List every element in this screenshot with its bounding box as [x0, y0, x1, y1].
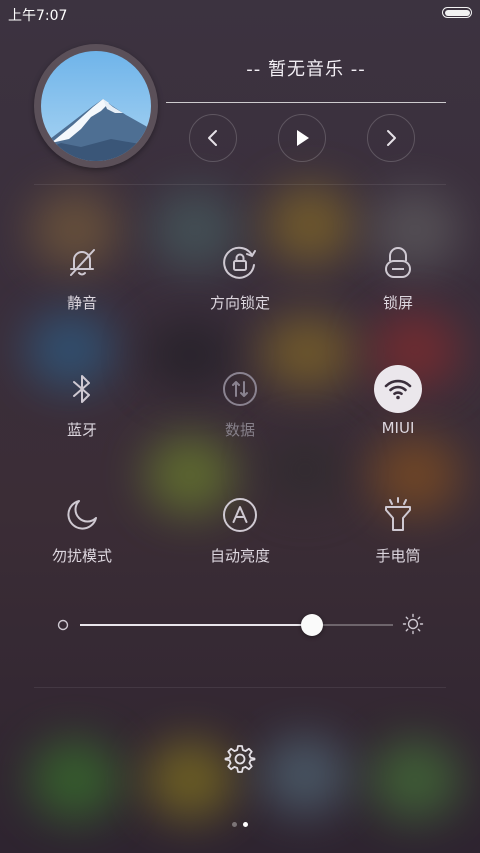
divider: [34, 687, 446, 688]
flashlight-icon: [374, 491, 422, 539]
brightness-slider[interactable]: [56, 610, 426, 640]
chevron-left-icon: [208, 130, 217, 146]
bluetooth-icon: [58, 365, 106, 413]
sun-icon: [402, 613, 424, 635]
toggle-label: 锁屏: [382, 294, 413, 312]
toggle-flashlight[interactable]: 手电筒: [328, 491, 468, 566]
play-button[interactable]: [278, 114, 326, 162]
toggle-mute[interactable]: 静音: [12, 238, 152, 313]
battery-icon: [442, 7, 472, 18]
toggle-auto-brightness[interactable]: 自动亮度: [170, 491, 310, 566]
lock-icon: [374, 238, 422, 286]
page-dot-active[interactable]: [243, 822, 248, 827]
brightness-low-icon: [57, 619, 69, 631]
auto-brightness-icon: [216, 491, 264, 539]
song-progress-line: [166, 102, 446, 103]
page-dot[interactable]: [232, 822, 237, 827]
toggle-wifi[interactable]: MIUI: [328, 365, 468, 437]
toggle-label: 自动亮度: [209, 547, 270, 565]
toggle-bluetooth[interactable]: 蓝牙: [12, 365, 152, 440]
toggle-label: 勿扰模式: [51, 547, 112, 565]
toggle-label: 静音: [66, 294, 97, 312]
bell-off-icon: [58, 238, 106, 286]
chevron-right-icon: [387, 130, 396, 146]
toggle-label: MIUI: [381, 419, 415, 437]
slider-fill: [80, 624, 312, 626]
toggle-label: 蓝牙: [66, 421, 97, 439]
previous-button[interactable]: [189, 114, 237, 162]
slider-thumb[interactable]: [300, 614, 323, 636]
rotation-lock-icon: [216, 238, 264, 286]
status-time: 上午7:07: [8, 8, 68, 24]
toggle-label: 手电筒: [375, 547, 421, 565]
toggle-do-not-disturb[interactable]: 勿扰模式: [12, 491, 152, 566]
song-title: -- 暂无音乐 --: [246, 59, 366, 80]
album-art[interactable]: [34, 44, 158, 168]
toggle-mobile-data[interactable]: 数据: [170, 365, 310, 440]
mountain-album-art: [41, 51, 151, 161]
wifi-icon: [374, 365, 422, 413]
toggle-label: 方向锁定: [209, 294, 270, 312]
page-indicator: [0, 812, 480, 831]
status-bar: 上午7:07: [0, 0, 480, 26]
mobile-data-icon: [216, 365, 264, 413]
play-icon: [297, 130, 309, 146]
moon-icon: [58, 491, 106, 539]
divider: [34, 184, 446, 185]
slider-track: [80, 614, 393, 636]
next-button[interactable]: [367, 114, 415, 162]
toggle-rotation-lock[interactable]: 方向锁定: [170, 238, 310, 313]
toggle-label: 数据: [224, 421, 255, 439]
settings-button[interactable]: [224, 743, 256, 775]
toggle-lock-screen[interactable]: 锁屏: [328, 238, 468, 313]
gear-icon: [224, 745, 256, 773]
